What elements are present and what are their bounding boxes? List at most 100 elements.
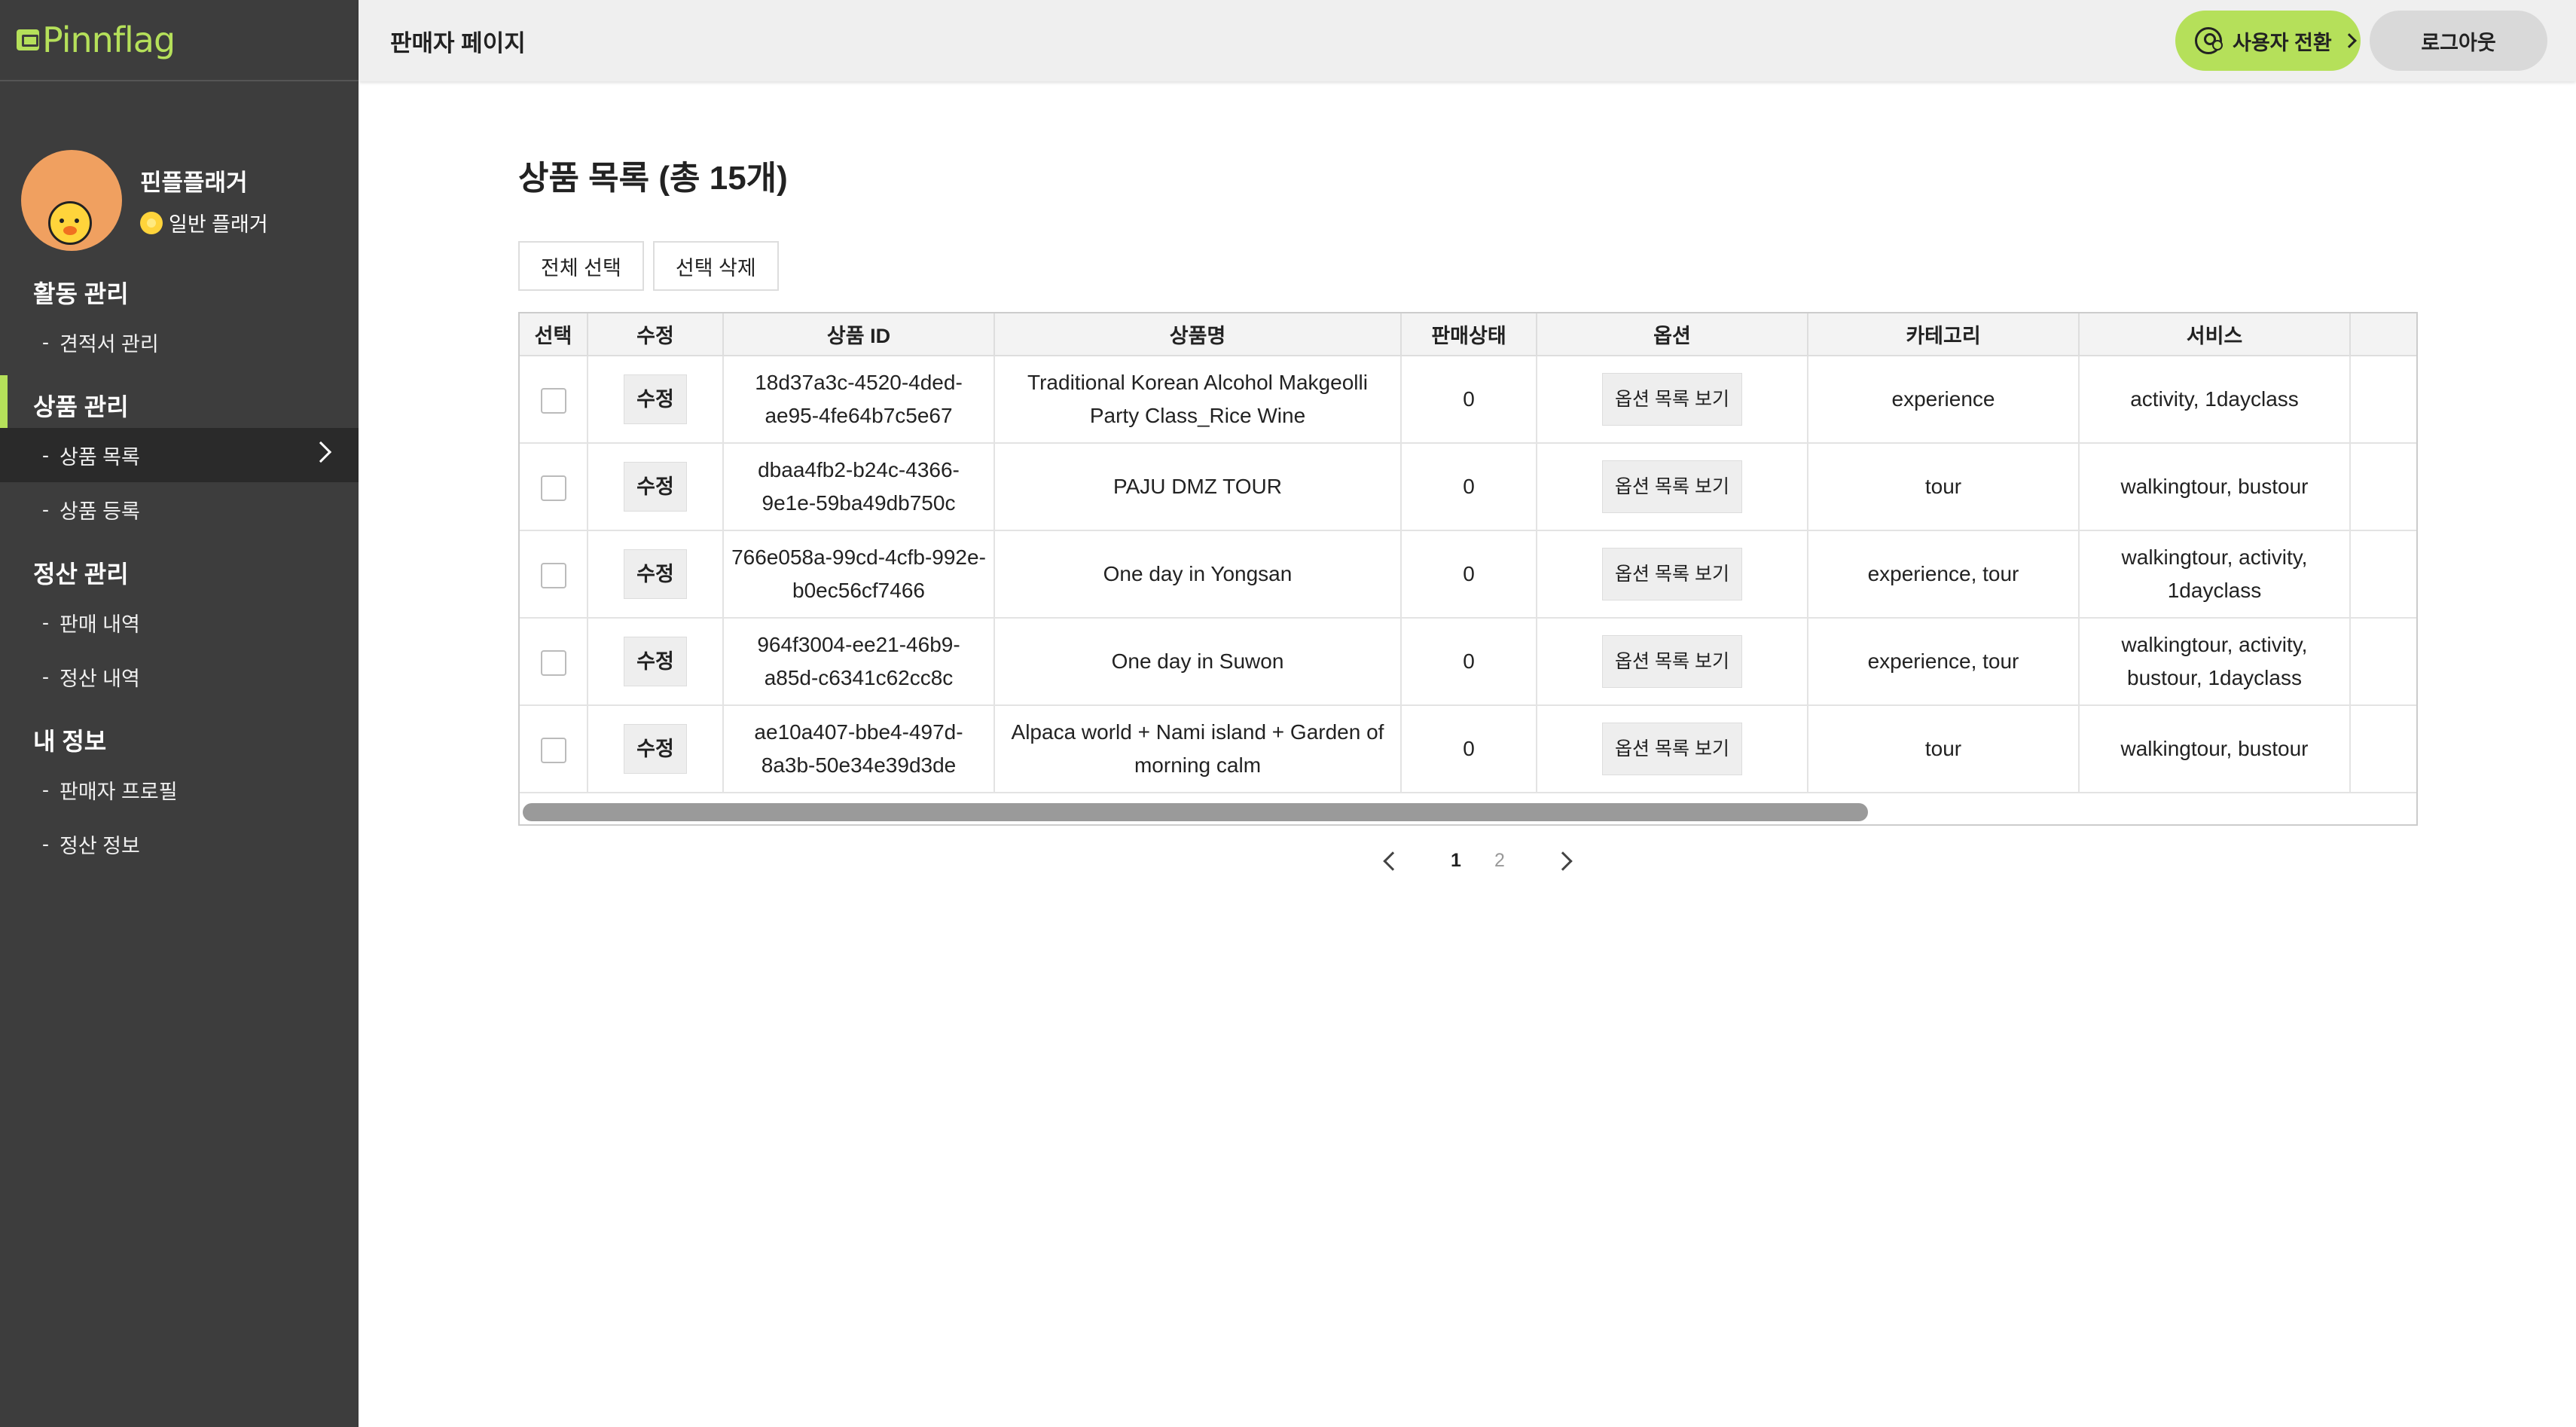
- logo-text: Pinnflag: [42, 20, 175, 60]
- sidebar-item-product-register[interactable]: - 상품 등록: [0, 482, 359, 536]
- nav-section-my-info[interactable]: 내 정보: [0, 717, 359, 762]
- sidebar-item-label: 정산 내역: [60, 667, 140, 690]
- sidebar-item-label: 상품 목록: [60, 445, 140, 469]
- row-checkbox[interactable]: [540, 737, 566, 763]
- edit-button[interactable]: 수정: [624, 549, 687, 599]
- category-cell: tour: [1808, 705, 2080, 793]
- chevron-right-icon[interactable]: [1553, 851, 1573, 871]
- sidebar-item-settlement-history[interactable]: - 정산 내역: [0, 649, 359, 704]
- table-row: 수정 766e058a-99cd-4cfb-992e-b0ec56cf7466 …: [520, 530, 2416, 619]
- product-name-cell: One day in Yongsan: [994, 530, 1402, 619]
- logo-bar: Pinnflag: [0, 0, 359, 81]
- table-header-row: 선택 수정 상품 ID 상품명 판매상태 옵션 카테고리 서비스: [520, 313, 2416, 356]
- chevron-right-icon: [2341, 33, 2357, 48]
- service-cell: walkingtour, bustour: [2079, 443, 2351, 531]
- table-row: 수정 18d37a3c-4520-4ded-ae95-4fe64b7c5e67 …: [520, 356, 2416, 444]
- view-options-button[interactable]: 옵션 목록 보기: [1602, 373, 1742, 426]
- sales-status-cell: 0: [1401, 443, 1537, 531]
- chevron-right-icon: [310, 441, 332, 463]
- product-id-cell: 18d37a3c-4520-4ded-ae95-4fe64b7c5e67: [723, 356, 995, 444]
- product-id-cell: 964f3004-ee21-46b9-a85d-c6341c62cc8c: [723, 618, 995, 706]
- pagination: 1 2: [1383, 850, 1573, 872]
- column-header-options: 옵션: [1537, 313, 1808, 356]
- sidebar-nav: 활동 관리 - 견적서 관리 상품 관리 - 상품 목록 - 상품 등록 정산 …: [0, 256, 359, 871]
- service-cell: activity, 1dayclass: [2079, 356, 2351, 444]
- product-table-container: 선택 수정 상품 ID 상품명 판매상태 옵션 카테고리 서비스 수정 18d3…: [518, 312, 2418, 826]
- chick-icon: [48, 201, 92, 245]
- sidebar-item-sales-history[interactable]: - 판매 내역: [0, 595, 359, 649]
- sales-status-cell: 0: [1401, 705, 1537, 793]
- row-checkbox[interactable]: [540, 562, 566, 588]
- select-all-button[interactable]: 전체 선택: [518, 241, 644, 291]
- profile-name: 핀플플래거: [140, 170, 248, 196]
- nav-section-activity[interactable]: 활동 관리: [0, 270, 359, 315]
- chevron-left-icon[interactable]: [1383, 851, 1402, 871]
- view-options-button[interactable]: 옵션 목록 보기: [1602, 460, 1742, 513]
- main-content: 상품 목록 (총 15개) 전체 선택 선택 삭제 선택 수정 상품 ID 상품…: [359, 81, 2576, 1427]
- column-header-select: 선택: [520, 313, 588, 356]
- column-header-edit: 수정: [588, 313, 724, 356]
- row-checkbox[interactable]: [540, 649, 566, 676]
- page-number-1[interactable]: 1: [1434, 850, 1478, 872]
- profile-info: 핀플플래거 일반 플래거: [140, 163, 268, 237]
- sales-status-cell: 0: [1401, 530, 1537, 619]
- page-title: 상품 목록 (총 15개): [518, 160, 788, 197]
- avatar: [21, 150, 122, 251]
- category-cell: experience: [1808, 356, 2080, 444]
- table-row: 수정 dbaa4fb2-b24c-4366-9e1e-59ba49db750c …: [520, 443, 2416, 531]
- profile-level: 일반 플래거: [140, 208, 268, 237]
- sales-status-cell: 0: [1401, 356, 1537, 444]
- sidebar-item-label: 판매 내역: [60, 613, 140, 636]
- column-header-product-id: 상품 ID: [723, 313, 995, 356]
- nav-section-products[interactable]: 상품 관리: [0, 375, 359, 434]
- sidebar-item-seller-profile[interactable]: - 판매자 프로필: [0, 762, 359, 817]
- edit-button[interactable]: 수정: [624, 637, 687, 686]
- edit-button[interactable]: 수정: [624, 374, 687, 424]
- view-options-button[interactable]: 옵션 목록 보기: [1602, 635, 1742, 688]
- column-header-extra: [2350, 313, 2416, 356]
- product-name-cell: PAJU DMZ TOUR: [994, 443, 1402, 531]
- page-number-2[interactable]: 2: [1478, 850, 1521, 872]
- service-cell: walkingtour, bustour: [2079, 705, 2351, 793]
- view-options-button[interactable]: 옵션 목록 보기: [1602, 548, 1742, 600]
- sidebar-item-product-list[interactable]: - 상품 목록: [0, 428, 359, 482]
- logout-button[interactable]: 로그아웃: [2370, 11, 2547, 71]
- nav-section-settlement[interactable]: 정산 관리: [0, 550, 359, 595]
- sidebar: Pinnflag 핀플플래거 일반 플래거 활동 관리 - 견적서 관리 상품 …: [0, 0, 359, 1427]
- service-cell: walkingtour, activity, bustour, 1dayclas…: [2079, 618, 2351, 706]
- category-cell: experience, tour: [1808, 618, 2080, 706]
- column-header-category: 카테고리: [1808, 313, 2080, 356]
- category-cell: experience, tour: [1808, 530, 2080, 619]
- page-header-title: 판매자 페이지: [390, 29, 526, 57]
- column-header-product-name: 상품명: [994, 313, 1402, 356]
- row-checkbox[interactable]: [540, 387, 566, 414]
- sidebar-item-quotes[interactable]: - 견적서 관리: [0, 315, 359, 369]
- sidebar-item-label: 상품 등록: [60, 500, 140, 523]
- product-id-cell: dbaa4fb2-b24c-4366-9e1e-59ba49db750c: [723, 443, 995, 531]
- switch-user-button[interactable]: 사용자 전환: [2175, 11, 2361, 71]
- edit-button[interactable]: 수정: [624, 724, 687, 774]
- horizontal-scrollbar[interactable]: [520, 799, 2416, 824]
- logo-icon: [17, 29, 39, 50]
- product-name-cell: One day in Suwon: [994, 618, 1402, 706]
- delete-selected-button[interactable]: 선택 삭제: [652, 241, 779, 291]
- logo[interactable]: Pinnflag: [17, 20, 175, 60]
- column-header-sales-status: 판매상태: [1401, 313, 1537, 356]
- profile-level-label: 일반 플래거: [169, 213, 268, 236]
- product-name-cell: Alpaca world + Nami island + Garden of m…: [994, 705, 1402, 793]
- service-cell: walkingtour, activity, 1dayclass: [2079, 530, 2351, 619]
- top-header: 판매자 페이지 사용자 전환 로그아웃: [359, 0, 2576, 81]
- sidebar-item-label: 정산 정보: [60, 834, 140, 857]
- row-checkbox[interactable]: [540, 475, 566, 501]
- table-actions: 전체 선택 선택 삭제: [518, 241, 779, 291]
- level-badge-icon: [140, 211, 163, 234]
- product-table: 선택 수정 상품 ID 상품명 판매상태 옵션 카테고리 서비스 수정 18d3…: [520, 313, 2416, 793]
- sidebar-item-label: 판매자 프로필: [60, 780, 178, 803]
- user-switch-icon: [2195, 27, 2223, 54]
- scrollbar-thumb[interactable]: [523, 803, 1868, 821]
- sidebar-item-settlement-info[interactable]: - 정산 정보: [0, 817, 359, 871]
- edit-button[interactable]: 수정: [624, 462, 687, 512]
- view-options-button[interactable]: 옵션 목록 보기: [1602, 723, 1742, 775]
- table-row: 수정 ae10a407-bbe4-497d-8a3b-50e34e39d3de …: [520, 705, 2416, 793]
- sales-status-cell: 0: [1401, 618, 1537, 706]
